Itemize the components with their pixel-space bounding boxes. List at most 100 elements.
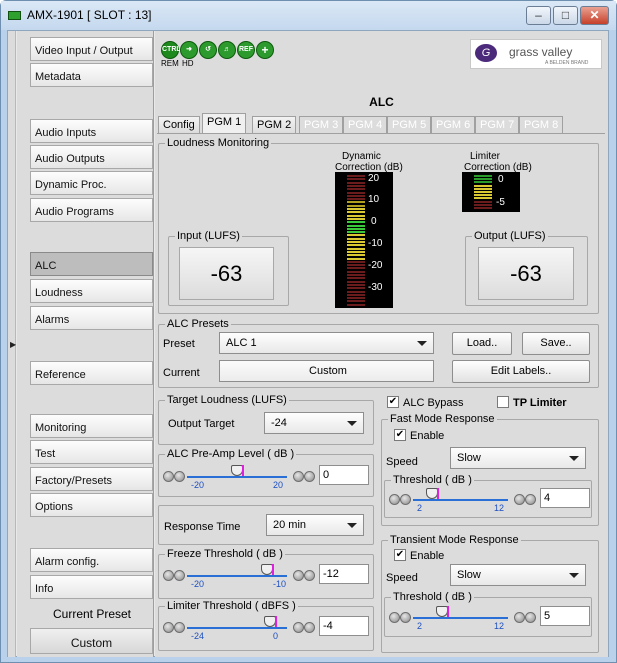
- step-left-icon[interactable]: [400, 612, 411, 623]
- tab-config[interactable]: Config: [158, 116, 200, 133]
- transient-speed-value: Slow: [457, 569, 481, 581]
- step-right-icon[interactable]: [293, 622, 304, 633]
- dynamic-meter-segment: [347, 221, 365, 224]
- slider-value-input[interactable]: -12: [319, 564, 369, 584]
- step-left-icon[interactable]: [174, 622, 185, 633]
- nav-metadata[interactable]: Metadata: [30, 63, 153, 87]
- load-button[interactable]: Load..: [452, 332, 512, 355]
- dynamic-meter-segment: [347, 264, 365, 267]
- slider-value-input[interactable]: 5: [540, 606, 590, 626]
- nav-audio-programs[interactable]: Audio Programs: [30, 198, 153, 222]
- output-target-select[interactable]: -24: [264, 412, 364, 434]
- transient-threshold-slider[interactable]: 2 12 5: [387, 606, 592, 634]
- preset-label: Preset: [163, 338, 195, 350]
- step-left-icon[interactable]: [400, 494, 411, 505]
- audio-status-icon: ♬: [218, 41, 236, 59]
- nav-audio-inputs[interactable]: Audio Inputs: [30, 119, 153, 143]
- tp-limiter-checkbox[interactable]: [497, 396, 509, 408]
- step-left-far-icon[interactable]: [163, 471, 174, 482]
- step-right-icon[interactable]: [293, 471, 304, 482]
- slider-track[interactable]: [413, 617, 508, 619]
- slider-track[interactable]: [413, 499, 508, 501]
- grass-valley-logo: G grass valley A BELDEN BRAND: [470, 39, 602, 69]
- nav-factory-presets[interactable]: Factory/Presets: [30, 467, 153, 491]
- preamp-slider[interactable]: -20 20 0: [161, 465, 371, 493]
- dynamic-meter-segment: [347, 303, 365, 306]
- transient-speed-select[interactable]: Slow: [450, 564, 586, 586]
- freeze-threshold-slider[interactable]: -20 -10 -12: [161, 564, 371, 592]
- slider-thumb[interactable]: [261, 564, 274, 575]
- step-right-icon[interactable]: [293, 570, 304, 581]
- slider-thumb[interactable]: [264, 616, 277, 627]
- step-left-far-icon[interactable]: [163, 622, 174, 633]
- slider-max-label: 20: [273, 480, 284, 490]
- nav-alarms[interactable]: Alarms: [30, 306, 153, 330]
- alc-bypass-checkbox[interactable]: ✔: [387, 396, 399, 408]
- tab-pgm3: PGM 3: [299, 116, 344, 133]
- fast-enable-checkbox[interactable]: ✔: [394, 429, 406, 441]
- transient-mode-title: Transient Mode Response: [388, 534, 521, 546]
- step-right-far-icon[interactable]: [304, 622, 315, 633]
- nav-test[interactable]: Test: [30, 440, 153, 464]
- slider-track[interactable]: [187, 575, 287, 577]
- minimize-button[interactable]: –: [526, 6, 551, 25]
- window-title: AMX-1901 [ SLOT : 13]: [27, 8, 152, 22]
- loop-status-icon: ↺: [199, 41, 217, 59]
- dynamic-meter-segment: [347, 175, 365, 177]
- tab-pgm2[interactable]: PGM 2: [252, 116, 297, 133]
- slider-thumb[interactable]: [435, 606, 449, 617]
- thumb-marker: [242, 465, 244, 476]
- step-right-far-icon[interactable]: [525, 612, 536, 623]
- preset-select[interactable]: ALC 1: [219, 332, 434, 354]
- step-right-far-icon[interactable]: [304, 570, 315, 581]
- step-left-far-icon[interactable]: [163, 570, 174, 581]
- slider-value-input[interactable]: 0: [319, 465, 369, 485]
- save-button[interactable]: Save..: [522, 332, 590, 355]
- nav-options[interactable]: Options: [30, 493, 153, 517]
- limiter-meter-segment: [474, 178, 492, 181]
- slider-track[interactable]: [187, 476, 287, 478]
- preamp-title: ALC Pre-Amp Level ( dB ): [165, 448, 297, 460]
- step-right-far-icon[interactable]: [525, 494, 536, 505]
- dynamic-meter-segment: [347, 260, 365, 263]
- expand-arrow-icon[interactable]: ▶: [10, 340, 16, 349]
- step-right-icon[interactable]: [514, 494, 525, 505]
- transient-enable-checkbox[interactable]: ✔: [394, 549, 406, 561]
- dynamic-meter-segment: [347, 234, 365, 237]
- nav-alarm-config[interactable]: Alarm config.: [30, 548, 153, 572]
- lim-scale-0: 0: [498, 174, 504, 185]
- slider-value-input[interactable]: -4: [319, 616, 369, 636]
- input-lufs-value: -63: [210, 261, 243, 286]
- current-label: Current: [163, 367, 200, 379]
- step-left-icon[interactable]: [174, 570, 185, 581]
- slider-thumb[interactable]: [231, 465, 244, 476]
- step-right-far-icon[interactable]: [304, 471, 315, 482]
- nav-reference[interactable]: Reference: [30, 361, 153, 385]
- nav-loudness[interactable]: Loudness: [30, 279, 153, 303]
- limiter-threshold-slider[interactable]: -24 0 -4: [161, 616, 371, 644]
- dynamic-meter-segment: [347, 181, 365, 184]
- tp-limiter-label: TP Limiter: [513, 397, 567, 409]
- edit-labels-button[interactable]: Edit Labels..: [452, 360, 590, 383]
- response-time-select[interactable]: 20 min: [266, 514, 364, 536]
- fast-speed-select[interactable]: Slow: [450, 447, 586, 469]
- tab-pgm1[interactable]: PGM 1: [202, 113, 247, 134]
- slider-thumb[interactable]: [426, 488, 439, 499]
- slider-track[interactable]: [187, 627, 287, 629]
- title-bar[interactable]: AMX-1901 [ SLOT : 13] – □ ✕: [1, 1, 616, 30]
- step-right-icon[interactable]: [514, 612, 525, 623]
- nav-monitoring[interactable]: Monitoring: [30, 414, 153, 438]
- step-left-icon[interactable]: [174, 471, 185, 482]
- fast-threshold-slider[interactable]: 2 12 4: [387, 488, 592, 516]
- maximize-button[interactable]: □: [553, 6, 578, 25]
- nav-info[interactable]: Info: [30, 575, 153, 599]
- slider-value-input[interactable]: 4: [540, 488, 590, 508]
- nav-alc[interactable]: ALC: [30, 252, 153, 276]
- nav-audio-outputs[interactable]: Audio Outputs: [30, 145, 153, 169]
- fast-threshold-title: Threshold ( dB ): [391, 474, 474, 486]
- nav-video-input-output[interactable]: Video Input / Output: [30, 37, 153, 61]
- close-button[interactable]: ✕: [580, 6, 609, 25]
- nav-dynamic-proc[interactable]: Dynamic Proc.: [30, 171, 153, 195]
- step-left-far-icon[interactable]: [389, 612, 400, 623]
- step-left-far-icon[interactable]: [389, 494, 400, 505]
